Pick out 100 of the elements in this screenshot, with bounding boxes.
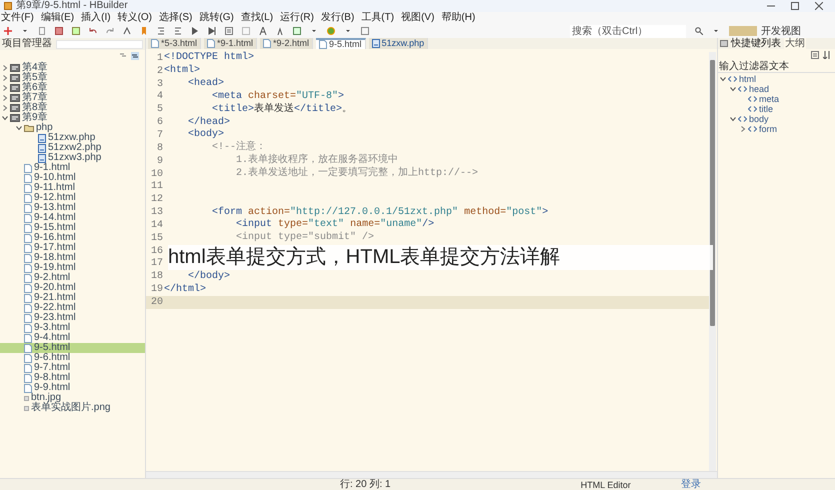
tree-item[interactable]: 9-22.html	[0, 303, 145, 313]
font-larger-icon[interactable]	[259, 27, 267, 35]
run-icon[interactable]	[191, 27, 199, 35]
tree-item[interactable]: btn.jpg	[0, 393, 145, 403]
tree-item[interactable]: 9-11.html	[0, 183, 145, 193]
editor-tab[interactable]: *5-3.html	[148, 38, 202, 49]
outline-item[interactable]: html	[739, 74, 756, 84]
menu-item[interactable]: 编辑(E)	[40, 12, 74, 24]
caret-icon[interactable]	[21, 27, 29, 35]
outline-item[interactable]: form	[759, 124, 777, 134]
tree-item-label[interactable]: 第8章	[22, 103, 48, 113]
tree-item[interactable]: 表单实战图片.png	[0, 403, 145, 413]
tree-item-label[interactable]: 第4章	[22, 63, 48, 73]
tree-item[interactable]: 9-10.html	[0, 173, 145, 183]
undo-icon[interactable]	[89, 27, 97, 35]
tree-item[interactable]: 9-14.html	[0, 213, 145, 223]
outline-item[interactable]: meta	[759, 94, 780, 104]
tree-item[interactable]: 9-20.html	[0, 283, 145, 293]
caret-icon[interactable]	[344, 27, 352, 35]
chevron-right-icon[interactable]	[740, 126, 746, 132]
chevron-right-icon[interactable]	[2, 95, 8, 101]
maximize-icon[interactable]	[791, 2, 799, 10]
collapse-icon[interactable]	[119, 52, 127, 60]
menu-item[interactable]: 帮助(H)	[441, 12, 476, 24]
panel-tab[interactable]: 快捷键列表	[730, 38, 782, 49]
tree-item[interactable]: 51zxw2.php	[0, 143, 145, 153]
file-icon[interactable]	[38, 27, 46, 35]
tree-item[interactable]: 9-5.html	[0, 343, 145, 353]
chevron-down-icon[interactable]	[730, 86, 736, 92]
menu-item[interactable]: 转义(O)	[118, 12, 152, 24]
chevron-right-icon[interactable]	[2, 75, 8, 81]
menu-item[interactable]: 发行(B)	[320, 12, 354, 24]
save-all-icon[interactable]	[72, 27, 80, 35]
tree-item[interactable]: 9-6.html	[0, 353, 145, 363]
tree-item[interactable]: 9-12.html	[0, 193, 145, 203]
browser-icon[interactable]	[293, 27, 301, 35]
outdent-icon[interactable]	[174, 27, 182, 35]
menu-item[interactable]: 工具(T)	[361, 12, 394, 24]
close-icon[interactable]	[815, 2, 823, 10]
tree-item[interactable]: 51zxw3.php	[0, 153, 145, 163]
editor-tab[interactable]: *9-2.html	[260, 38, 314, 49]
menu-item[interactable]: 运行(R)	[280, 12, 314, 24]
tree-item-label[interactable]: php	[36, 123, 53, 133]
window-icon[interactable]	[361, 27, 369, 35]
tree-item[interactable]: 9-4.html	[0, 333, 145, 343]
chevron-down-icon[interactable]	[720, 76, 726, 82]
outline-item[interactable]: body	[749, 114, 769, 124]
tree-item-label[interactable]: 第5章	[22, 73, 48, 83]
step-icon[interactable]	[208, 27, 216, 35]
menu-item[interactable]: 视图(V)	[401, 12, 434, 24]
tree-item[interactable]: 9-23.html	[0, 313, 145, 323]
outline-item[interactable]: head	[749, 84, 770, 94]
caret-icon[interactable]	[712, 27, 720, 35]
tree-item[interactable]: 9-19.html	[0, 263, 145, 273]
editor-tab[interactable]: *9-1.html	[204, 38, 258, 49]
chevron-down-icon[interactable]	[2, 115, 8, 121]
tree-item[interactable]: 9-9.html	[0, 383, 145, 393]
add-icon[interactable]	[4, 27, 12, 35]
menu-item[interactable]: 选择(S)	[159, 12, 192, 24]
login-link[interactable]: 登录	[680, 478, 701, 490]
caret-icon[interactable]	[310, 27, 318, 35]
menu-item[interactable]: 跳转(G)	[199, 12, 234, 24]
tree-item[interactable]: 9-16.html	[0, 233, 145, 243]
horizontal-scrollbar[interactable]	[146, 471, 717, 478]
scrollbar-thumb[interactable]	[710, 60, 715, 326]
filter-field[interactable]: 输入过滤器文本	[718, 60, 835, 73]
link-icon[interactable]	[131, 52, 139, 60]
globe-icon[interactable]	[327, 27, 335, 35]
menu-item[interactable]: 插入(I)	[81, 12, 111, 24]
tree-item-label[interactable]: 第6章	[22, 83, 48, 93]
tree-item[interactable]: 9-3.html	[0, 323, 145, 333]
tree-item-label[interactable]: 第9章	[22, 113, 48, 123]
search-icon[interactable]	[695, 27, 703, 35]
chevron-right-icon[interactable]	[2, 65, 8, 71]
editor-tab[interactable]: 51zxw.php	[368, 38, 428, 49]
tree-item[interactable]: 9-17.html	[0, 243, 145, 253]
tree-item[interactable]: 9-13.html	[0, 203, 145, 213]
tree-item[interactable]: 9-1.html	[0, 163, 145, 173]
tree-item[interactable]: 9-7.html	[0, 363, 145, 373]
editor-tab[interactable]: 9-5.html	[316, 38, 366, 49]
panel-tab[interactable]: 大纲	[784, 38, 806, 49]
sort-icon[interactable]	[823, 50, 831, 58]
tree-item-label[interactable]: 第7章	[22, 93, 48, 103]
indent-icon[interactable]	[157, 27, 165, 35]
tree-item[interactable]: 51zxw.php	[0, 133, 145, 143]
list-icon[interactable]	[225, 27, 233, 35]
tree-item[interactable]: 9-21.html	[0, 293, 145, 303]
tree-item[interactable]: 9-15.html	[0, 223, 145, 233]
chevron-right-icon[interactable]	[2, 85, 8, 91]
filter-field[interactable]	[56, 40, 143, 48]
tree-item[interactable]: 9-2.html	[0, 273, 145, 283]
outline-item[interactable]: title	[759, 104, 774, 114]
tree-item[interactable]: 9-18.html	[0, 253, 145, 263]
chevron-right-icon[interactable]	[2, 105, 8, 111]
redo-icon[interactable]	[106, 27, 114, 35]
chevron-down-icon[interactable]	[16, 125, 22, 131]
search-field[interactable]: 搜索（双击Ctrl）	[570, 24, 686, 38]
menu-item[interactable]: 查找(L)	[240, 12, 274, 24]
menu-item[interactable]: 文件(F)	[1, 12, 34, 24]
list-icon[interactable]	[811, 50, 819, 58]
